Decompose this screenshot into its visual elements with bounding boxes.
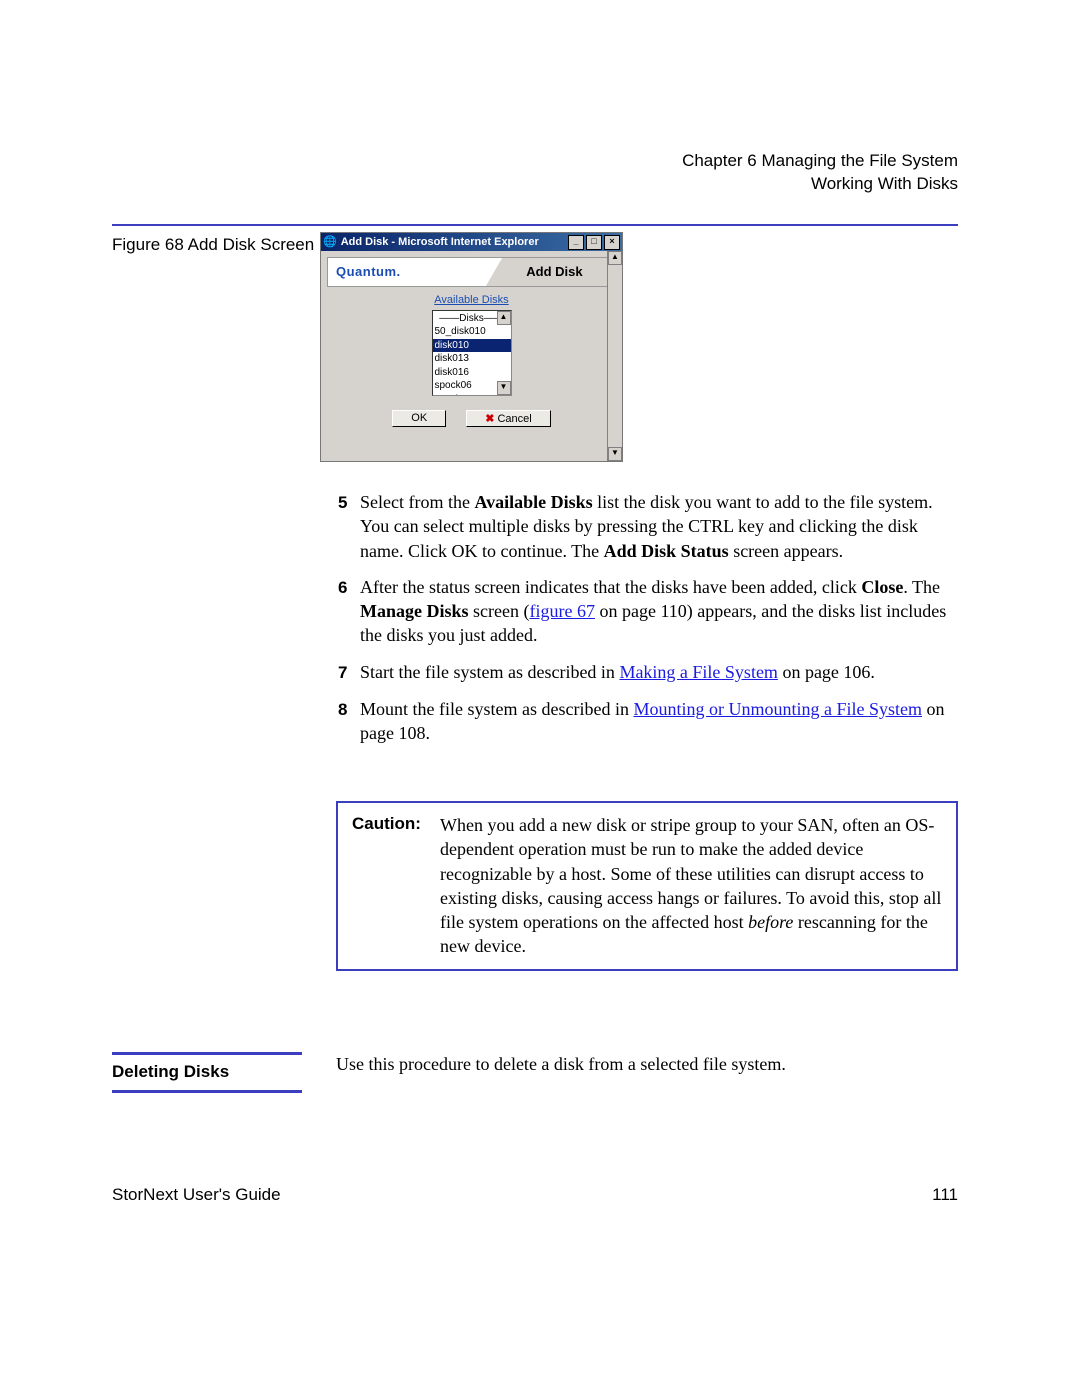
step-6: 6 After the status screen indicates that… bbox=[338, 575, 958, 648]
step-text: Start the file system as described in Ma… bbox=[360, 660, 958, 685]
panel-header: Quantum. Add Disk bbox=[327, 257, 616, 287]
list-item[interactable]: 50_disk010 bbox=[433, 325, 511, 339]
step-number: 5 bbox=[338, 490, 360, 563]
panel-title: Add Disk bbox=[494, 258, 615, 286]
caution-box: Caution: When you add a new disk or stri… bbox=[336, 801, 958, 971]
section-deleting-disks-head: Deleting Disks bbox=[112, 1052, 302, 1093]
caution-label: Caution: bbox=[352, 813, 440, 959]
available-disks-label: Available Disks bbox=[321, 293, 622, 308]
step-7: 7 Start the file system as described in … bbox=[338, 660, 958, 685]
window-title: Add Disk - Microsoft Internet Explorer bbox=[341, 235, 539, 250]
browser-scrollbar[interactable]: ▲ ▼ bbox=[607, 251, 622, 461]
step-number: 6 bbox=[338, 575, 360, 648]
cancel-button[interactable]: Cancel bbox=[466, 410, 551, 427]
step-list: 5 Select from the Available Disks list t… bbox=[338, 490, 958, 757]
section-deleting-disks-text: Use this procedure to delete a disk from… bbox=[336, 1052, 958, 1076]
footer-guide-title: StorNext User's Guide bbox=[112, 1184, 281, 1207]
maximize-icon[interactable]: □ bbox=[586, 235, 602, 250]
step-5: 5 Select from the Available Disks list t… bbox=[338, 490, 958, 563]
scroll-down-icon[interactable]: ▼ bbox=[608, 447, 622, 461]
step-text: Mount the file system as described in Mo… bbox=[360, 697, 958, 746]
step-number: 8 bbox=[338, 697, 360, 746]
minimize-icon[interactable]: _ bbox=[568, 235, 584, 250]
page: Chapter 6 Managing the File System Worki… bbox=[0, 0, 1080, 1397]
close-icon[interactable]: × bbox=[604, 235, 620, 250]
available-disks-listbox[interactable]: ▲ ——Disks—— 50_disk010 disk010 disk013 d… bbox=[432, 310, 512, 396]
caution-text: When you add a new disk or stripe group … bbox=[440, 813, 942, 959]
ie-icon: 🌐 bbox=[323, 235, 337, 250]
chapter-line: Chapter 6 Managing the File System bbox=[682, 150, 958, 173]
dialog-button-row: OK Cancel bbox=[321, 410, 622, 427]
footer-page-number: 111 bbox=[932, 1184, 958, 1207]
step-text: Select from the Available Disks list the… bbox=[360, 490, 958, 563]
window-titlebar: 🌐 Add Disk - Microsoft Internet Explorer… bbox=[321, 233, 622, 251]
add-disk-screenshot: 🌐 Add Disk - Microsoft Internet Explorer… bbox=[320, 232, 623, 462]
quantum-logo: Quantum. bbox=[328, 258, 494, 286]
scroll-up-icon[interactable]: ▲ bbox=[608, 251, 622, 265]
ok-button[interactable]: OK bbox=[392, 410, 446, 427]
step-8: 8 Mount the file system as described in … bbox=[338, 697, 958, 746]
list-item[interactable]: disk013 bbox=[433, 352, 511, 366]
step-number: 7 bbox=[338, 660, 360, 685]
step-text: After the status screen indicates that t… bbox=[360, 575, 958, 648]
list-item[interactable]: disk010 bbox=[433, 339, 511, 353]
section-line: Working With Disks bbox=[682, 173, 958, 196]
list-item[interactable]: disk016 bbox=[433, 366, 511, 380]
making-filesystem-link[interactable]: Making a File System bbox=[619, 662, 778, 682]
top-rule bbox=[112, 224, 958, 226]
listbox-scroll-down-icon[interactable]: ▼ bbox=[497, 381, 511, 395]
listbox-scroll-up-icon[interactable]: ▲ bbox=[497, 311, 511, 325]
mounting-filesystem-link[interactable]: Mounting or Unmounting a File System bbox=[633, 699, 922, 719]
running-header: Chapter 6 Managing the File System Worki… bbox=[682, 150, 958, 196]
figure-67-link[interactable]: figure 67 bbox=[529, 601, 594, 621]
figure-caption: Figure 68 Add Disk Screen bbox=[112, 234, 314, 257]
